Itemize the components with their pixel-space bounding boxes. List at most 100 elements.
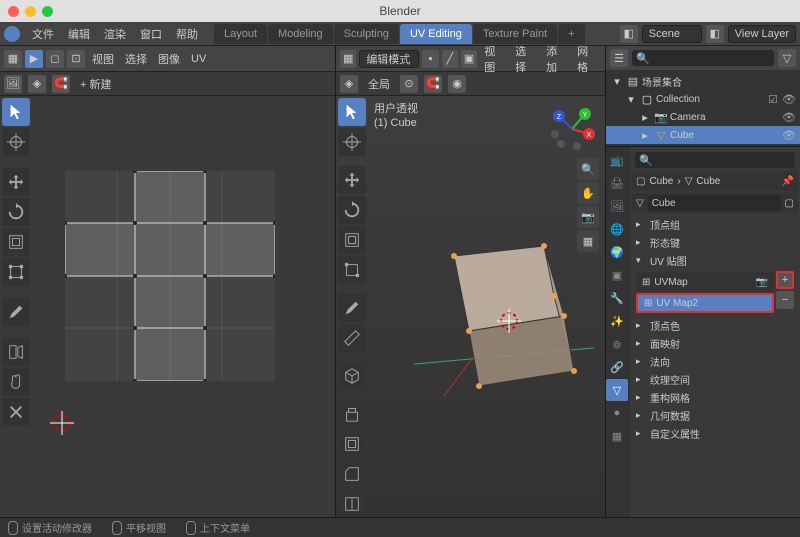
uv-menu-view[interactable]: 视图 [88, 51, 118, 67]
prop-tab-world[interactable]: 🌍 [606, 241, 628, 263]
viewport-editor-type-button[interactable]: ▦ [340, 50, 356, 68]
vp-menu-view[interactable]: 视图 [480, 43, 508, 75]
uv-tool-scale[interactable] [2, 228, 30, 256]
vp-tool-annotate[interactable] [338, 294, 366, 322]
blender-logo-icon[interactable] [4, 26, 20, 42]
prop-tab-object[interactable]: ▣ [606, 264, 628, 286]
viewport-camera-button[interactable]: 📷 [577, 206, 599, 228]
uv-tool-transform[interactable] [2, 258, 30, 286]
maximize-window-button[interactable] [42, 6, 53, 17]
breadcrumb-object[interactable]: Cube [649, 176, 673, 187]
viewport-zoom-button[interactable]: 🔍 [577, 158, 599, 180]
disclosure-icon[interactable]: ▸ [638, 128, 652, 142]
scene-browse-button[interactable]: ◧ [620, 25, 638, 43]
outliner-cube-row[interactable]: ▸ ▽ Cube 👁 [606, 126, 800, 144]
workspace-tab-add[interactable]: + [558, 24, 584, 44]
uv-new-image-button[interactable]: + 新建 [76, 76, 115, 92]
menu-file[interactable]: 文件 [26, 24, 60, 44]
menu-render[interactable]: 渲染 [98, 24, 132, 44]
workspace-tab-sculpting[interactable]: Sculpting [334, 24, 399, 44]
uv-image-browse-button[interactable]: 🖼 [4, 75, 22, 93]
uv-map-remove-button[interactable]: − [776, 291, 794, 309]
select-mode-vertex[interactable]: ▪ [422, 50, 438, 68]
uv-select-mode-button[interactable]: ⊡ [67, 50, 85, 68]
prop-tab-data-mesh[interactable]: ▽ [606, 379, 628, 401]
vp-menu-select[interactable]: 选择 [511, 43, 539, 75]
select-mode-face[interactable]: ▣ [461, 50, 477, 68]
uv-tool-cursor[interactable] [2, 128, 30, 156]
vp-menu-mesh[interactable]: 网格 [573, 43, 601, 75]
uv-select-box-button[interactable]: ◻ [46, 50, 64, 68]
uv-snap-button[interactable]: 🧲 [52, 75, 70, 93]
pin-icon[interactable]: 📌 [782, 176, 794, 187]
prop-tab-modifiers[interactable]: 🔧 [606, 287, 628, 309]
vp-proportional-button[interactable]: ◉ [448, 75, 466, 93]
workspace-tab-uvediting[interactable]: UV Editing [400, 24, 472, 44]
vp-tool-extrude[interactable] [338, 400, 366, 428]
vp-menu-add[interactable]: 添加 [542, 43, 570, 75]
menu-help[interactable]: 帮助 [170, 24, 204, 44]
mesh-name-field[interactable]: Cube [648, 195, 781, 211]
vp-tool-inset[interactable] [338, 430, 366, 458]
disclosure-icon[interactable]: ▸ [638, 110, 652, 124]
viewport-nav-gizmo[interactable]: X Y Z [547, 104, 597, 154]
prop-tab-particles[interactable]: ✨ [606, 310, 628, 332]
outliner-camera-row[interactable]: ▸ 📷 Camera 👁 [606, 108, 800, 126]
panel-vertex-colors[interactable]: ▸顶点色 [632, 316, 798, 334]
uv-map-add-button[interactable]: + [776, 271, 794, 289]
uv-editor-type-button[interactable]: ▦ [4, 50, 22, 68]
panel-geometry-data[interactable]: ▸几何数据 [632, 406, 798, 424]
viewport-pan-button[interactable]: ✋ [577, 182, 599, 204]
menu-edit[interactable]: 编辑 [62, 24, 96, 44]
vp-tool-rotate[interactable] [338, 196, 366, 224]
vp-tool-select[interactable] [338, 98, 366, 126]
outliner-collection-row[interactable]: ▾ ▢ Collection ☑ 👁 [606, 90, 800, 108]
workspace-tab-texturepaint[interactable]: Texture Paint [473, 24, 557, 44]
uv-menu-uv[interactable]: UV [187, 53, 210, 65]
uv-tool-select[interactable] [2, 98, 30, 126]
close-window-button[interactable] [8, 6, 19, 17]
vp-tool-transform[interactable] [338, 256, 366, 284]
vp-orientation-label[interactable]: 全局 [364, 76, 394, 92]
minimize-window-button[interactable] [25, 6, 36, 17]
collection-visibility-toggle[interactable]: 👁 [782, 92, 796, 106]
panel-uv-maps[interactable]: ▾UV 贴图 [632, 251, 798, 269]
vp-tool-add-cube[interactable] [338, 362, 366, 390]
vp-tool-measure[interactable] [338, 324, 366, 352]
uv-tool-move[interactable] [2, 168, 30, 196]
panel-vertex-groups[interactable]: ▸顶点组 [632, 215, 798, 233]
prop-tab-material[interactable]: ● [606, 402, 628, 424]
uv-tool-rotate[interactable] [2, 198, 30, 226]
prop-tab-texture[interactable]: ▦ [606, 425, 628, 447]
prop-tab-viewlayer[interactable]: 🖼 [606, 195, 628, 217]
viewlayer-name-field[interactable]: View Layer [728, 25, 796, 43]
prop-tab-scene[interactable]: 🌐 [606, 218, 628, 240]
viewport-canvas[interactable]: 用户透视 (1) Cube [336, 96, 605, 517]
uv-tool-pinch[interactable] [2, 398, 30, 426]
menu-window[interactable]: 窗口 [134, 24, 168, 44]
prop-tab-output[interactable]: 🖨 [606, 172, 628, 194]
workspace-tab-modeling[interactable]: Modeling [268, 24, 333, 44]
panel-shape-keys[interactable]: ▸形态键 [632, 233, 798, 251]
viewport-perspective-button[interactable]: ▦ [577, 230, 599, 252]
uv-map-row-uvmap2[interactable]: ⊞ UV Map2 [636, 293, 774, 313]
uv-menu-image[interactable]: 图像 [154, 51, 184, 67]
uv-tool-rip[interactable] [2, 338, 30, 366]
vp-snap-button[interactable]: 🧲 [424, 75, 442, 93]
outliner-type-button[interactable]: ☰ [610, 49, 628, 67]
vp-tool-move[interactable] [338, 166, 366, 194]
panel-remesh[interactable]: ▸重构网格 [632, 388, 798, 406]
panel-normals[interactable]: ▸法向 [632, 352, 798, 370]
datablock-browse-icon[interactable]: ▢ [785, 198, 794, 209]
uv-tool-grab[interactable] [2, 368, 30, 396]
viewlayer-browse-button[interactable]: ◧ [706, 25, 724, 43]
viewport-mode-selector[interactable]: 编辑模式 [359, 50, 419, 68]
item-visibility-toggle[interactable]: 👁 [782, 128, 796, 142]
vp-tool-scale[interactable] [338, 226, 366, 254]
uv-menu-select[interactable]: 选择 [121, 51, 151, 67]
uv-map-row-uvmap[interactable]: ⊞ UVMap 📷 [636, 272, 774, 292]
disclosure-icon[interactable]: ▾ [624, 92, 638, 106]
uv-pivot-button[interactable]: ◈ [28, 75, 46, 93]
prop-tab-physics[interactable]: ⊚ [606, 333, 628, 355]
active-render-icon[interactable]: 📷 [756, 277, 768, 288]
